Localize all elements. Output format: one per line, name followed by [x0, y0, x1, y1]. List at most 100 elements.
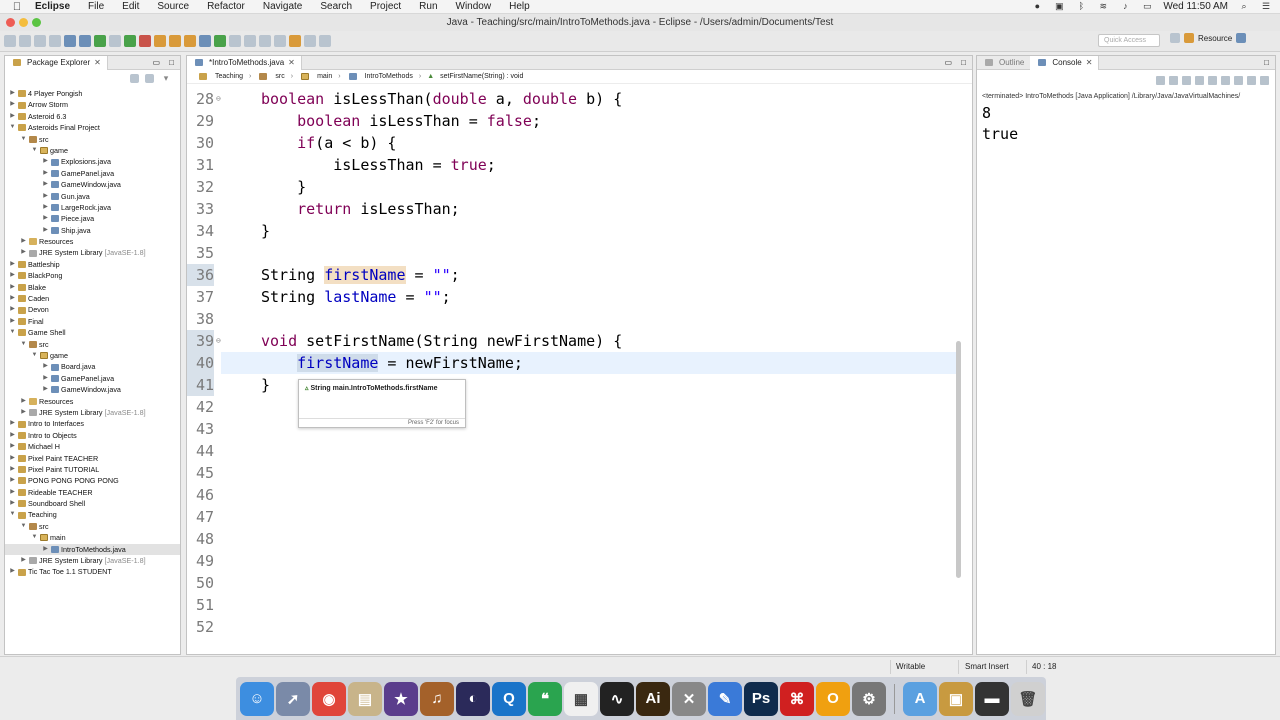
collapsed-arrow-icon[interactable]: ▶	[20, 555, 27, 566]
tree-item[interactable]: ▶ Piece.java	[5, 213, 180, 224]
tree-item[interactable]: ▼ Game Shell	[5, 327, 180, 338]
collapsed-arrow-icon[interactable]: ▶	[42, 225, 49, 236]
tree-item[interactable]: ▶ Gun.java	[5, 191, 180, 202]
tree-item[interactable]: ▶ GameWindow.java	[5, 179, 180, 190]
tree-item[interactable]: ▶ Tic Tac Toe 1.1 STUDENT	[5, 566, 180, 577]
coverage-icon[interactable]	[109, 35, 121, 47]
collapsed-arrow-icon[interactable]: ▶	[9, 441, 16, 452]
expanded-arrow-icon[interactable]: ▼	[31, 145, 38, 156]
tree-item[interactable]: ▶ Explosions.java	[5, 156, 180, 167]
tree-item[interactable]: ▶ GamePanel.java	[5, 373, 180, 384]
collapsed-arrow-icon[interactable]: ▶	[20, 396, 27, 407]
whitespace-icon[interactable]	[244, 35, 256, 47]
last-edit-icon[interactable]	[289, 35, 301, 47]
tree-item[interactable]: ▶ JRE System Library [JavaSE-1.8]	[5, 555, 180, 566]
maximize-console-icon[interactable]: □	[1264, 58, 1269, 67]
menu-help[interactable]: Help	[500, 1, 539, 12]
imovie-icon[interactable]: ★	[384, 681, 418, 716]
tree-item[interactable]: ▶ Board.java	[5, 361, 180, 372]
tree-item[interactable]: ▶ IntroToMethods.java	[5, 543, 180, 556]
quicktime-icon[interactable]: Q	[492, 681, 526, 716]
block-selection-icon[interactable]	[229, 35, 241, 47]
run-dropdown-icon[interactable]	[124, 35, 136, 47]
terminal-icon[interactable]: ▬	[975, 681, 1009, 716]
eclipse-icon[interactable]: ◐	[456, 681, 490, 716]
java-perspective-icon[interactable]	[1236, 33, 1247, 43]
remove-launch-icon[interactable]	[1169, 76, 1178, 85]
launchpad-icon[interactable]: ➚	[276, 681, 310, 716]
collapsed-arrow-icon[interactable]: ▶	[42, 544, 49, 555]
collapsed-arrow-icon[interactable]: ▶	[42, 168, 49, 179]
expanded-arrow-icon[interactable]: ▼	[9, 509, 16, 520]
zoom-window-icon[interactable]	[32, 18, 41, 27]
tree-item[interactable]: ▶ Soundboard Shell	[5, 498, 180, 509]
collapsed-arrow-icon[interactable]: ▶	[42, 179, 49, 190]
apple-menu-icon[interactable]: 	[8, 1, 26, 13]
fold-toggle-icon[interactable]: ⊖	[216, 88, 221, 110]
collapsed-arrow-icon[interactable]: ▶	[42, 373, 49, 384]
menu-window[interactable]: Window	[447, 1, 501, 12]
open-type-icon[interactable]	[199, 35, 211, 47]
expanded-arrow-icon[interactable]: ▼	[9, 122, 16, 133]
terminate-icon[interactable]	[1156, 76, 1165, 85]
close-tab-icon[interactable]: ✕	[94, 56, 101, 70]
menu-run[interactable]: Run	[410, 1, 446, 12]
close-window-icon[interactable]	[6, 18, 15, 27]
collapsed-arrow-icon[interactable]: ▶	[20, 247, 27, 258]
chrome-icon[interactable]: ◉	[312, 681, 346, 716]
collapsed-arrow-icon[interactable]: ▶	[42, 202, 49, 213]
expanded-arrow-icon[interactable]: ▼	[20, 339, 27, 350]
tree-item[interactable]: ▶ Asteroid 6.3	[5, 111, 180, 122]
tree-item[interactable]: ▶ BlackPong	[5, 270, 180, 281]
textedit-icon[interactable]: ✎	[708, 681, 742, 716]
display-console-icon[interactable]	[1247, 76, 1256, 85]
tree-item[interactable]: ▶ Arrow Storm	[5, 99, 180, 110]
tree-item[interactable]: ▶ Resources	[5, 236, 180, 247]
tree-item[interactable]: ▶ Michael H	[5, 441, 180, 452]
collapsed-arrow-icon[interactable]: ▶	[9, 293, 16, 304]
collapsed-arrow-icon[interactable]: ▶	[9, 487, 16, 498]
expanded-arrow-icon[interactable]: ▼	[31, 532, 38, 543]
collapsed-arrow-icon[interactable]: ▶	[42, 384, 49, 395]
minimize-window-icon[interactable]	[19, 18, 28, 27]
prev-annotation-icon[interactable]	[274, 35, 286, 47]
save-all-icon[interactable]	[34, 35, 46, 47]
tree-item[interactable]: ▼ main	[5, 532, 180, 543]
collapsed-arrow-icon[interactable]: ▶	[9, 430, 16, 441]
toggle-mark-occurrences-icon[interactable]	[214, 35, 226, 47]
tree-item[interactable]: ▶ Pixel Paint TUTORIAL	[5, 464, 180, 475]
tree-item[interactable]: ▶ Intro to Objects	[5, 430, 180, 441]
breadcrumb-package[interactable]: main	[317, 73, 332, 80]
perspective-resource-label[interactable]: Resource	[1198, 34, 1232, 43]
tree-item[interactable]: ▶ Pixel Paint TEACHER	[5, 453, 180, 464]
menu-file[interactable]: File	[79, 1, 113, 12]
close-tab-icon[interactable]: ✕	[1086, 56, 1093, 70]
menu-edit[interactable]: Edit	[113, 1, 148, 12]
tree-item[interactable]: ▶ JRE System Library [JavaSE-1.8]	[5, 247, 180, 258]
utilities-icon[interactable]: ✕	[672, 681, 706, 716]
tree-item[interactable]: ▶ Caden	[5, 293, 180, 304]
tab-intro-to-methods[interactable]: *IntroToMethods.java ✕	[187, 55, 302, 70]
close-tab-icon[interactable]: ✕	[288, 56, 295, 70]
notification-center-icon[interactable]: ☰	[1260, 2, 1272, 11]
tree-item[interactable]: ▶ LargeRock.java	[5, 202, 180, 213]
debug-icon[interactable]	[79, 35, 91, 47]
fold-toggle-icon[interactable]: ⊖	[216, 330, 221, 352]
print-icon[interactable]	[49, 35, 61, 47]
forward-icon[interactable]	[319, 35, 331, 47]
tree-item[interactable]: ▶ PONG PONG PONG PONG	[5, 475, 180, 486]
collapse-all-icon[interactable]	[130, 74, 139, 83]
tree-item[interactable]: ▶ GameWindow.java	[5, 384, 180, 395]
tree-item[interactable]: ▶ 4 Player Pongish	[5, 88, 180, 99]
menubar-clock[interactable]: Wed 11:50 AM	[1163, 1, 1228, 12]
resource-perspective-icon[interactable]	[1184, 33, 1194, 43]
collapsed-arrow-icon[interactable]: ▶	[9, 475, 16, 486]
hover-tooltip[interactable]: ▵ String main.IntroToMethods.firstName P…	[298, 379, 466, 428]
tree-item[interactable]: ▶ Battleship	[5, 259, 180, 270]
tree-item[interactable]: ▼ src	[5, 521, 180, 532]
collapsed-arrow-icon[interactable]: ▶	[9, 464, 16, 475]
tab-package-explorer[interactable]: Package Explorer ✕	[5, 55, 108, 70]
collapsed-arrow-icon[interactable]: ▶	[9, 566, 16, 577]
record-icon[interactable]: ●	[1031, 2, 1043, 11]
pin-console-icon[interactable]	[1234, 76, 1243, 85]
